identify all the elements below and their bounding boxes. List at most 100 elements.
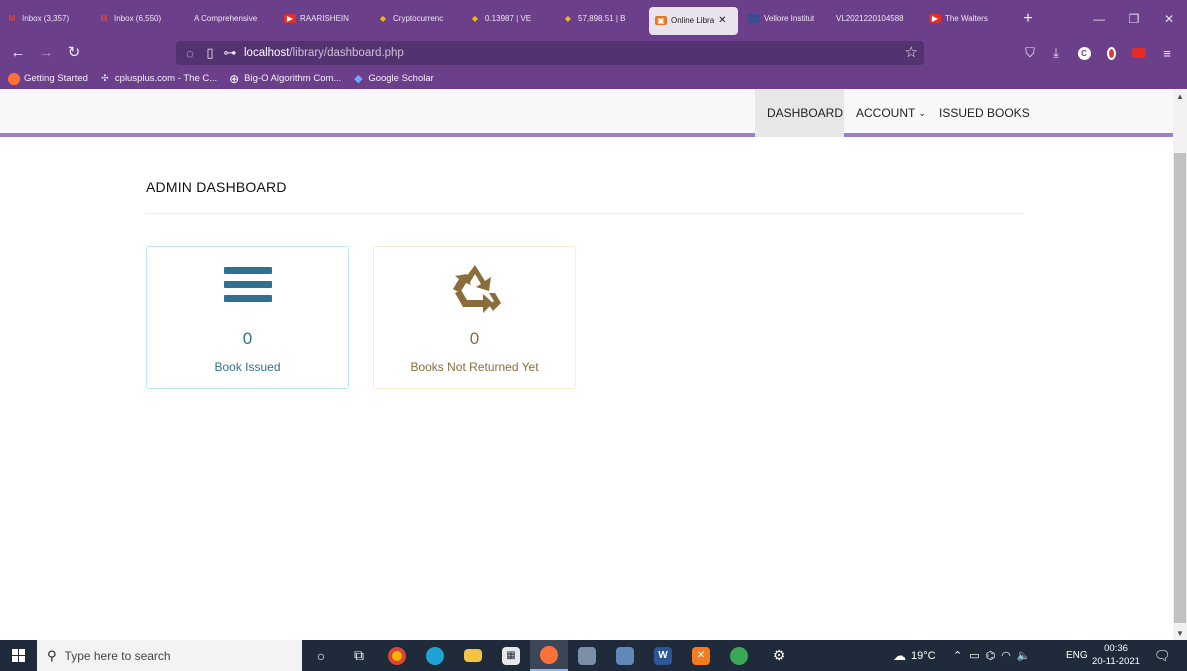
youtube-icon: ▶ [929, 14, 941, 23]
book-issued-count: 0 [242, 329, 253, 348]
clock-time: 00:36 [1104, 643, 1128, 654]
binance-icon: ◆ [564, 14, 572, 23]
vit-icon [748, 14, 760, 23]
browser-tab-active[interactable]: ▣ Online Libra ✕ [649, 6, 738, 35]
cortana-icon[interactable]: ○ [302, 640, 340, 671]
browser-tab[interactable]: ▶ The Walters [923, 0, 1013, 37]
book-issued-card: 0 Book Issued [146, 246, 349, 389]
bookmark-item[interactable]: ⊕ Big-O Algorithm Com... [228, 71, 341, 86]
edge-icon[interactable] [416, 640, 454, 671]
bookmark-item[interactable]: ✣ cplusplus.com - The C... [99, 73, 217, 85]
browser-tab[interactable]: A Comprehensive [184, 0, 278, 37]
browser-tab[interactable]: Vellore Institut [738, 0, 830, 37]
app-icon[interactable] [606, 640, 644, 671]
app-icon[interactable] [720, 640, 758, 671]
app-icon[interactable] [568, 640, 606, 671]
chrome-icon[interactable] [378, 640, 416, 671]
key-icon[interactable]: ⊶ [220, 45, 240, 61]
task-view-icon[interactable]: ⧉ [340, 640, 378, 671]
settings-gear-icon[interactable]: ⚙ [760, 640, 798, 671]
start-button[interactable] [0, 640, 36, 671]
wifi-icon[interactable]: ◠ [1001, 649, 1011, 662]
nav-issued-books[interactable]: ISSUED BOOKS [927, 89, 1042, 137]
taskbar-search[interactable]: ⚲ [37, 640, 302, 671]
books-not-returned-count: 0 [469, 329, 480, 348]
gmail-icon: M [8, 14, 16, 23]
nav-account-label: ACCOUNT [856, 106, 916, 120]
restore-icon[interactable]: ❐ [1116, 0, 1152, 37]
browser-tab[interactable]: ◆ Cryptocurrenc [371, 0, 463, 37]
page-scrollbar[interactable]: ▲ ▼ [1173, 89, 1187, 640]
nav-account[interactable]: ACCOUNT ⌄ [844, 89, 938, 137]
windows-taskbar: ⚲ ○ ⧉ ▦ W ✕ ⚙ ☁ 19°C ⌃ ▭ ⌬ ◠ 🔈 ENG 00:36… [0, 640, 1187, 671]
gmail-icon: M [100, 14, 108, 23]
youtube-icon: ▶ [284, 14, 296, 23]
chevron-down-icon: ⌄ [918, 107, 926, 118]
close-tab-icon[interactable]: ✕ [718, 15, 726, 26]
chevron-up-icon[interactable]: ⌃ [953, 649, 962, 662]
file-explorer-icon[interactable] [454, 640, 492, 671]
browser-tab[interactable]: M Inbox (6,550) [92, 0, 184, 37]
minimize-icon[interactable]: — [1081, 0, 1117, 37]
new-tab-button[interactable]: + [1013, 0, 1043, 37]
firefox-taskbar-icon[interactable] [530, 640, 568, 671]
page-title: ADMIN DASHBOARD [146, 179, 287, 195]
url-text[interactable]: localhost/library/dashboard.php [244, 47, 404, 59]
store-icon[interactable]: ▦ [492, 640, 530, 671]
browser-tab[interactable]: ▶ RAARISHEIN [278, 0, 371, 37]
xampp-icon[interactable]: ✕ [682, 640, 720, 671]
scholar-icon: ◆ [354, 73, 363, 85]
weather-temp: 19°C [911, 649, 936, 662]
browser-toolbar: ← → ↻ ◌ ▯ ⊶ localhost/library/dashboard.… [0, 37, 1187, 68]
extension-red-icon[interactable] [1102, 44, 1120, 62]
firefox-icon [8, 72, 20, 85]
forward-arrow-icon[interactable]: → [34, 41, 58, 63]
divider [146, 213, 1024, 214]
bookmarks-bar: Getting Started ✣ cplusplus.com - The C.… [0, 68, 1187, 89]
back-arrow-icon[interactable]: ← [6, 41, 30, 63]
browser-tab[interactable]: M Inbox (3,357) [0, 0, 92, 37]
pocket-icon[interactable]: ⛉ [1021, 44, 1039, 62]
network-icon[interactable]: ⌬ [986, 649, 996, 662]
scroll-down-icon[interactable]: ▼ [1173, 626, 1187, 640]
bookmark-item[interactable]: Getting Started [8, 72, 88, 85]
nav-dashboard[interactable]: DASHBOARD [755, 89, 844, 137]
scroll-up-icon[interactable]: ▲ [1173, 89, 1187, 103]
battery-icon[interactable]: ▭ [969, 649, 979, 662]
reload-icon[interactable]: ↻ [62, 41, 86, 63]
books-not-returned-card: 0 Books Not Returned Yet [373, 246, 576, 389]
menu-icon[interactable]: ≡ [1158, 44, 1176, 62]
clock-date: 20-11-2021 [1092, 656, 1140, 667]
scrollbar-thumb[interactable] [1174, 153, 1186, 623]
page-viewport: DASHBOARD ACCOUNT ⌄ ISSUED BOOKS ADMIN D… [0, 89, 1173, 640]
search-icon: ⚲ [47, 647, 57, 663]
browser-tab[interactable]: VL2021220104588 [830, 0, 923, 37]
system-clock[interactable]: 00:36 20-11-2021 [1090, 642, 1142, 668]
books-not-returned-label: Books Not Returned Yet [410, 360, 539, 374]
language-indicator[interactable]: ENG [1066, 640, 1088, 671]
word-icon[interactable]: W [644, 640, 682, 671]
address-bar[interactable]: ◌ ▯ ⊶ localhost/library/dashboard.php ☆ [176, 41, 924, 65]
library-icon: ▣ [655, 16, 667, 25]
close-window-icon[interactable]: ✕ [1151, 0, 1187, 37]
volume-icon[interactable]: 🔈 [1017, 649, 1031, 662]
taskbar-search-input[interactable] [64, 648, 285, 663]
recycle-icon [374, 263, 575, 313]
browser-tab[interactable]: ◆ 57,898.51 | B [556, 0, 649, 37]
extension-c-icon[interactable]: C [1075, 44, 1093, 62]
cloud-icon: ☁ [893, 647, 906, 663]
weather-widget[interactable]: ☁ 19°C [893, 640, 936, 671]
site-navbar: DASHBOARD ACCOUNT ⌄ ISSUED BOOKS [0, 89, 1173, 137]
browser-tab[interactable]: ◆ 0.13987 | VE [463, 0, 556, 37]
bookmark-star-icon[interactable]: ☆ [905, 43, 918, 61]
downloads-icon[interactable]: ⤓ [1047, 44, 1065, 62]
page-icon[interactable]: ▯ [200, 45, 220, 61]
shield-icon[interactable]: ◌ [180, 46, 200, 61]
bars-icon [147, 263, 348, 313]
notification-icon[interactable]: 🗨 [1154, 640, 1171, 671]
bookmark-item[interactable]: ◆ Google Scholar [352, 73, 434, 85]
tray-icons[interactable]: ⌃ ▭ ⌬ ◠ 🔈 [953, 640, 1031, 671]
book-issued-label: Book Issued [214, 360, 281, 374]
globe-icon: ⊕ [229, 71, 240, 86]
extension-youtube-icon[interactable] [1130, 44, 1148, 62]
